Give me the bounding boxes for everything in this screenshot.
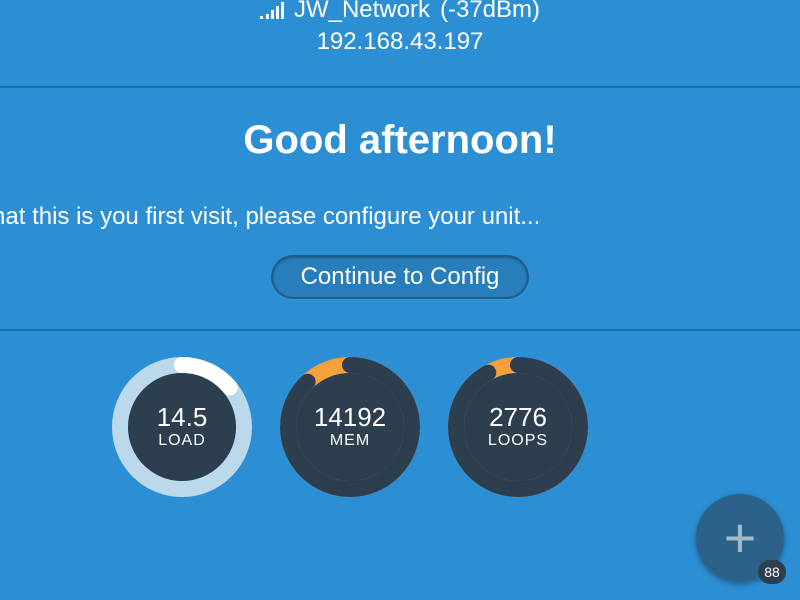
gauge-mem-center: 14192 MEM <box>296 373 404 481</box>
gauge-load-label: LOAD <box>158 432 206 450</box>
gauge-mem-value: 14192 <box>314 404 386 431</box>
add-fab-button[interactable]: + 88 <box>696 494 784 582</box>
fab-badge: 88 <box>758 560 786 584</box>
greeting-title: Good afternoon! <box>0 118 800 163</box>
divider <box>0 86 800 88</box>
ip-address: 192.168.43.197 <box>0 28 800 56</box>
divider <box>0 329 800 331</box>
continue-to-config-button[interactable]: Continue to Config <box>271 255 530 299</box>
wifi-signal-dbm: (-37dBm) <box>440 0 540 24</box>
gauge-load: 14.5 LOAD <box>110 355 254 499</box>
wifi-signal-icon <box>260 1 284 19</box>
gauge-loops-value: 2776 <box>489 404 547 431</box>
gauge-loops-center: 2776 LOOPS <box>464 373 572 481</box>
wifi-ssid: JW_Network <box>294 0 430 24</box>
greeting-section: Good afternoon! <box>0 88 800 173</box>
gauge-loops-label: LOOPS <box>488 432 548 450</box>
gauge-load-center: 14.5 LOAD <box>128 373 236 481</box>
wifi-line: JW_Network (-37dBm) <box>0 0 800 24</box>
gauge-mem-label: MEM <box>330 432 370 450</box>
gauge-load-value: 14.5 <box>157 404 208 431</box>
plus-icon: + <box>724 510 757 566</box>
network-header: JW_Network (-37dBm) 192.168.43.197 <box>0 0 800 86</box>
first-visit-message: see that this is you first visit, please… <box>0 203 800 231</box>
gauge-loops: 2776 LOOPS <box>446 355 590 499</box>
gauges-row: 14.5 LOAD 14192 MEM 2776 LOOPS <box>0 331 800 499</box>
gauge-mem: 14192 MEM <box>278 355 422 499</box>
